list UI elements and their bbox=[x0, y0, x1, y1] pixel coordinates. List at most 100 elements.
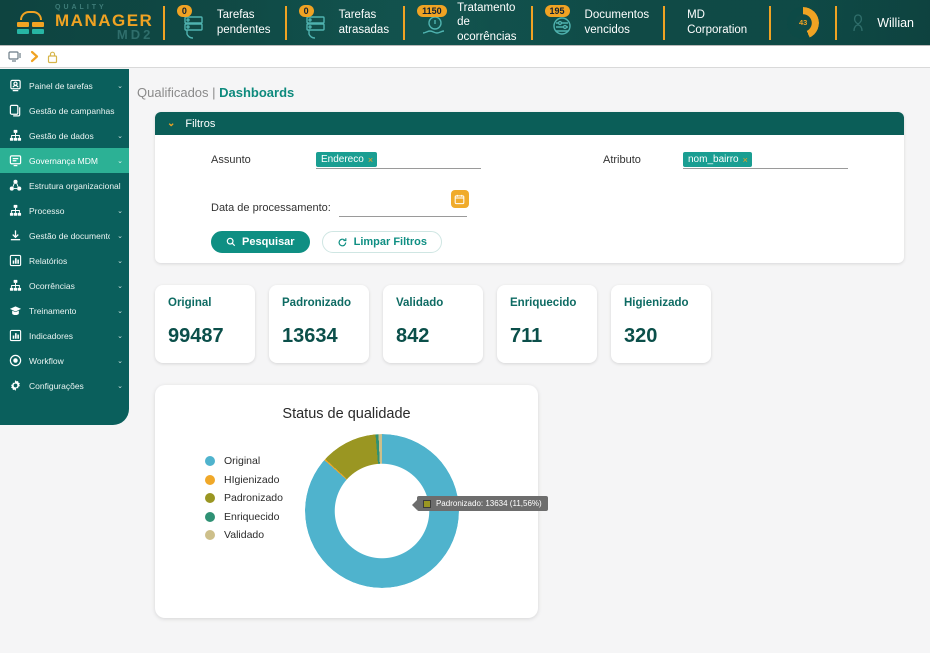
header-item-tarefas-pendentes[interactable]: 0 Tarefas pendentes bbox=[165, 4, 285, 42]
kpi-card-padronizado[interactable]: Padronizado 13634 bbox=[269, 285, 369, 363]
tasks-icon: 0 bbox=[176, 4, 209, 39]
user-menu[interactable]: Willian bbox=[837, 11, 930, 35]
kpi-title: Validado bbox=[396, 297, 444, 309]
main-content: Qualificados | Dashboards ⌄ Filtros Assu… bbox=[129, 69, 930, 653]
logo-quality-text: QUALITY bbox=[55, 4, 107, 11]
sidebar-item-painel-de-tarefas[interactable]: Painel de tarefas ⌄ bbox=[0, 73, 129, 98]
graduation-cap-icon bbox=[8, 304, 22, 318]
sidebar-item-governanca-mdm[interactable]: Governança MDM ⌄ bbox=[0, 148, 129, 173]
legend-color-swatch bbox=[205, 474, 215, 485]
badge-count: 0 bbox=[298, 4, 314, 18]
donut-segments[interactable] bbox=[304, 434, 459, 588]
chevron-down-icon: ⌄ bbox=[117, 257, 123, 265]
app-logo[interactable]: QUALITY MANAGER MD2 bbox=[14, 4, 163, 41]
sidebar-item-label: Painel de tarefas bbox=[29, 80, 93, 91]
legend-item-higienizado[interactable]: HIgienizado bbox=[205, 471, 283, 490]
monitor-icon[interactable] bbox=[8, 50, 23, 63]
kpi-card-original[interactable]: Original 99487 bbox=[155, 285, 255, 363]
legend-item-enriquecido[interactable]: Enriquecido bbox=[205, 508, 283, 527]
sidebar-item-configuracoes[interactable]: Configurações ⌄ bbox=[0, 373, 129, 398]
sidebar-item-estrutura-organizacional[interactable]: Estrutura organizacional bbox=[0, 173, 129, 198]
sidebar-item-gestao-de-dados[interactable]: Gestão de dados ⌄ bbox=[0, 123, 129, 148]
sidebar-item-label: Estrutura organizacional bbox=[29, 180, 121, 191]
sidebar: Painel de tarefas ⌄ Gestão de campanhas … bbox=[0, 69, 129, 425]
occurrences-icon: 1150 bbox=[417, 4, 449, 39]
chevron-right-icon[interactable] bbox=[29, 50, 40, 63]
legend-item-validado[interactable]: Validado bbox=[205, 526, 283, 545]
sidebar-item-label: Governança MDM bbox=[29, 155, 98, 166]
corporation-name[interactable]: MD Corporation bbox=[665, 8, 769, 37]
chevron-down-icon: ⌄ bbox=[117, 307, 123, 315]
chevron-down-icon[interactable]: ⌄ bbox=[167, 118, 175, 129]
kpi-card-enriquecido[interactable]: Enriquecido 711 bbox=[497, 285, 597, 363]
progress-gauge[interactable]: 43 bbox=[771, 6, 835, 39]
kpi-value: 13634 bbox=[282, 325, 338, 347]
sidebar-item-relatorios[interactable]: Relatórios ⌄ bbox=[0, 248, 129, 273]
chevron-down-icon: ⌄ bbox=[117, 207, 123, 215]
search-icon bbox=[226, 237, 236, 247]
close-icon[interactable]: × bbox=[368, 155, 373, 165]
tooltip-text: Padronizado: 13634 (11,56%) bbox=[435, 499, 542, 508]
lock-icon[interactable] bbox=[46, 50, 59, 64]
legend-item-padronizado[interactable]: Padronizado bbox=[205, 489, 283, 508]
sidebar-item-label: Relatórios bbox=[29, 255, 68, 266]
logo-mark-icon bbox=[14, 10, 48, 36]
atributo-chip[interactable]: nom_bairro × bbox=[683, 152, 752, 167]
sidebar-item-gestao-de-documentos[interactable]: Gestão de documentos ⌄ bbox=[0, 223, 129, 248]
kpi-value: 99487 bbox=[168, 325, 224, 347]
filter-actions: Pesquisar Limpar Filtros bbox=[211, 231, 904, 253]
sidebar-item-ocorrencias[interactable]: Ocorrências ⌄ bbox=[0, 273, 129, 298]
header-item-documentos-vencidos[interactable]: 195 Documentos vencidos bbox=[533, 4, 664, 42]
header-item-label: Tarefas atrasadas bbox=[338, 9, 390, 36]
header-item-label: Documentos vencidos bbox=[584, 9, 650, 36]
legend-label: Padronizado bbox=[224, 492, 283, 505]
close-icon[interactable]: × bbox=[743, 155, 748, 165]
header-item-tarefas-atrasadas[interactable]: 0 Tarefas atrasadas bbox=[287, 4, 404, 42]
clear-filters-button[interactable]: Limpar Filtros bbox=[321, 231, 442, 253]
copy-icon bbox=[8, 104, 22, 118]
calendar-icon[interactable] bbox=[450, 190, 469, 208]
sidebar-item-label: Indicadores bbox=[29, 330, 73, 341]
sidebar-item-indicadores[interactable]: Indicadores ⌄ bbox=[0, 323, 129, 348]
sidebar-item-processo[interactable]: Processo ⌄ bbox=[0, 198, 129, 223]
legend-item-original[interactable]: Original bbox=[205, 452, 283, 471]
sidebar-item-label: Treinamento bbox=[29, 305, 77, 316]
chart-tooltip: Padronizado: 13634 (11,56%) bbox=[411, 496, 548, 511]
breadcrumb: Qualificados | Dashboards bbox=[137, 85, 930, 100]
legend-label: Original bbox=[224, 455, 261, 468]
legend-color-swatch bbox=[205, 493, 215, 504]
expired-docs-icon: 195 bbox=[544, 4, 577, 39]
legend-color-swatch bbox=[205, 511, 215, 522]
kpi-title: Original bbox=[168, 297, 212, 309]
sidebar-item-gestao-de-campanhas[interactable]: Gestão de campanhas bbox=[0, 98, 129, 123]
sidebar-item-treinamento[interactable]: Treinamento ⌄ bbox=[0, 298, 129, 323]
filters-header[interactable]: ⌄ Filtros bbox=[155, 112, 904, 135]
kpi-card-validado[interactable]: Validado 842 bbox=[383, 285, 483, 363]
chevron-down-icon: ⌄ bbox=[117, 82, 123, 90]
clear-filters-label: Limpar Filtros bbox=[353, 236, 427, 248]
breadcrumb-parent[interactable]: Qualificados | bbox=[137, 85, 219, 100]
donut-chart[interactable]: Padronizado: 13634 (11,56%) bbox=[304, 434, 548, 588]
search-button[interactable]: Pesquisar bbox=[211, 231, 310, 253]
sidebar-item-label: Ocorrências bbox=[29, 280, 75, 291]
badge-count: 0 bbox=[176, 4, 192, 18]
atributo-input[interactable]: nom_bairro × bbox=[683, 151, 848, 169]
sidebar-item-label: Gestão de documentos bbox=[29, 230, 111, 241]
kpi-card-higienizado[interactable]: Higienizado 320 bbox=[611, 285, 711, 363]
avatar-icon bbox=[853, 13, 863, 31]
sidebar-item-workflow[interactable]: Workflow ⌄ bbox=[0, 348, 129, 373]
header-item-label: Tratamento de ocorrências bbox=[457, 1, 517, 43]
assunto-input[interactable]: Endereco × bbox=[316, 151, 481, 169]
late-tasks-icon: 0 bbox=[298, 4, 331, 39]
record-circle-icon bbox=[8, 354, 22, 368]
chip-label: nom_bairro bbox=[688, 154, 739, 165]
assunto-label: Assunto bbox=[211, 154, 251, 166]
assunto-chip[interactable]: Endereco × bbox=[316, 152, 378, 167]
header-item-tratamento-ocorrencias[interactable]: 1150 Tratamento de ocorrências bbox=[405, 1, 530, 43]
data-processamento-input[interactable] bbox=[338, 190, 469, 217]
badge-count: 195 bbox=[544, 4, 570, 18]
legend-label: Enriquecido bbox=[224, 510, 280, 523]
chevron-down-icon: ⌄ bbox=[117, 282, 123, 290]
kpi-value: 320 bbox=[624, 325, 658, 347]
chevron-down-icon: ⌄ bbox=[117, 157, 123, 165]
